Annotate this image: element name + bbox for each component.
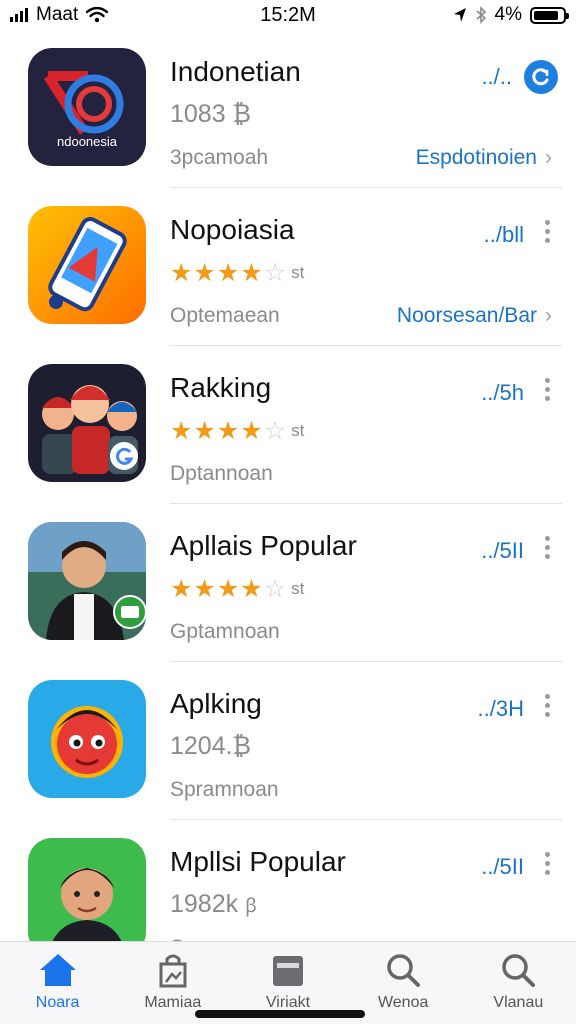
star-icon: ★ — [216, 417, 240, 445]
app-size: ../5II — [481, 538, 524, 563]
tab-search-2[interactable]: Vlanau — [463, 942, 573, 1012]
star-icon: ★ — [216, 575, 240, 603]
app-size: ../5II — [481, 854, 524, 879]
indonesia-logo-icon: ndoonesia — [28, 48, 146, 166]
app-link[interactable]: Espdotinoien › — [416, 146, 552, 170]
app-price: 1204.₿ — [170, 732, 252, 760]
star-half-icon: ★ — [240, 417, 263, 445]
rating-stars: ★ ★ ★ ★ ☆ st — [170, 258, 304, 288]
list-item[interactable]: Apllais Popular ★ ★ ★ ★ ☆ st Gptamnoan ../5I… — [0, 504, 576, 662]
chevron-right-icon: › — [545, 146, 552, 169]
app-size: ../5h — [481, 380, 524, 405]
tab-label: Mamiaa — [144, 994, 202, 1011]
more-options-icon[interactable] — [542, 852, 552, 875]
battery-icon — [530, 6, 569, 24]
rating-suffix: st — [291, 579, 305, 598]
refresh-icon[interactable] — [524, 60, 558, 94]
app-price: 1083 ₿ — [170, 100, 252, 128]
more-options-icon[interactable] — [542, 694, 552, 717]
tab-calendar[interactable]: Viriakt — [233, 942, 343, 1012]
app-subtitle: Optemaean — [170, 304, 280, 327]
star-half-icon: ★ — [240, 259, 263, 287]
app-price: 1982k ꞵ — [170, 890, 257, 919]
home-icon — [39, 954, 76, 986]
tab-search[interactable]: Wenoa — [348, 942, 458, 1012]
star-icon: ★ — [170, 417, 193, 445]
app-link[interactable]: Noorsesan/Bar › — [397, 304, 552, 328]
list-item[interactable]: Rakking ★ ★ ★ ★ ☆ st Dptannoan ../5h — [0, 346, 576, 504]
app-link-label: Espdotinoien — [415, 146, 537, 169]
app-subtitle: Gptamnoan — [170, 620, 280, 643]
rating-suffix: st — [291, 263, 305, 282]
app-subtitle: Dptannoan — [170, 462, 273, 485]
app-title: Rakking — [170, 372, 272, 403]
man-portrait-icon — [28, 522, 146, 640]
star-icon: ★ — [170, 575, 193, 603]
list-item[interactable]: Aplking 1204.₿ Spramnoan ../3H — [0, 662, 576, 820]
app-size: ../bll — [483, 222, 524, 247]
app-title: Indonetian — [170, 56, 301, 87]
app-subtitle: Spramnoan — [170, 778, 279, 801]
app-size: ../3H — [477, 696, 524, 721]
star-empty-icon: ☆ — [263, 417, 287, 445]
chevron-right-icon: › — [545, 304, 552, 327]
more-options-icon[interactable] — [542, 220, 552, 243]
battery-percent: 4% — [494, 4, 522, 25]
star-icon: ★ — [216, 259, 240, 287]
cartoon-character-icon — [28, 680, 146, 798]
star-icon: ★ — [193, 259, 216, 287]
calendar-icon — [272, 956, 303, 986]
tab-label: Noara — [35, 994, 80, 1011]
store-icon — [159, 954, 187, 988]
tab-label: Wenoa — [377, 994, 429, 1011]
app-price-value: 1982k — [170, 890, 239, 918]
star-half-icon: ★ — [240, 575, 263, 603]
svg-text:ndoonesia: ndoonesia — [57, 134, 118, 149]
signal-icon — [10, 8, 28, 22]
tab-label: Vlanau — [493, 994, 544, 1011]
wifi-icon — [86, 7, 109, 23]
status-bar: Maat 15:2M 4% — [0, 0, 576, 30]
cartoon-family-icon — [28, 364, 146, 482]
star-icon: ★ — [170, 259, 193, 287]
more-options-icon[interactable] — [542, 536, 552, 559]
cartoon-phone-icon — [28, 206, 146, 324]
app-link-label: Noorsesan/Bar — [396, 304, 537, 327]
rating-suffix: st — [291, 421, 305, 440]
rating-stars: ★ ★ ★ ★ ☆ st — [170, 416, 304, 446]
carrier-label: Maat — [36, 4, 79, 25]
bluetooth-icon — [476, 6, 486, 24]
home-indicator — [195, 1010, 365, 1018]
tab-store[interactable]: Mamiaa — [118, 942, 228, 1012]
star-empty-icon: ☆ — [263, 259, 287, 287]
star-icon: ★ — [193, 417, 216, 445]
list-item[interactable]: Nopoiasia ★ ★ ★ ★ ☆ st Optemaean ../bll Noor… — [0, 188, 576, 346]
star-icon: ★ — [193, 575, 216, 603]
location-arrow-icon — [453, 8, 466, 22]
app-size: ../.. — [481, 64, 512, 89]
more-options-icon[interactable] — [542, 378, 552, 401]
search-icon — [387, 954, 421, 987]
app-price-suffix: ꞵ — [245, 896, 258, 917]
app-subtitle: 3pcamoah — [170, 146, 269, 169]
star-empty-icon: ☆ — [263, 575, 287, 603]
list-item[interactable]: ndoonesia Indonetian 1083 ₿ 3pcamoah ../… — [0, 30, 576, 188]
tab-home[interactable]: Noara — [3, 942, 113, 1012]
app-title: Apllais Popular — [170, 530, 357, 561]
boy-portrait-icon — [28, 838, 146, 956]
app-title: Mpllsi Popular — [170, 846, 346, 877]
app-list: ndoonesia Indonetian 1083 ₿ 3pcamoah ../… — [0, 30, 576, 978]
app-title: Aplking — [170, 688, 262, 719]
search-icon — [502, 954, 536, 987]
rating-stars: ★ ★ ★ ★ ☆ st — [170, 574, 304, 604]
app-title: Nopoiasia — [170, 214, 295, 245]
